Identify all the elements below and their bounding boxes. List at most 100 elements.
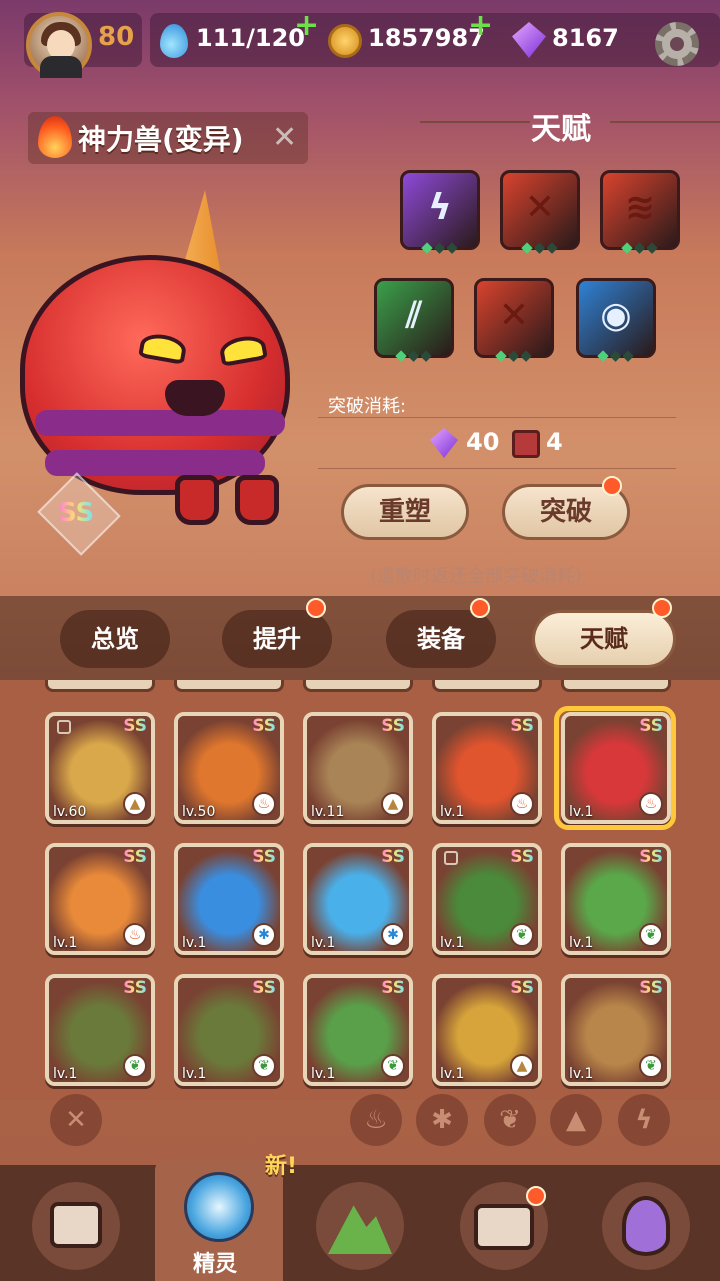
pet-level: lv.1 xyxy=(182,935,207,951)
monster-leg xyxy=(235,475,279,525)
lightning-filter-icon[interactable]: ϟ xyxy=(618,1094,670,1146)
pet-level: lv.60 xyxy=(53,804,87,820)
add-stamina-button[interactable]: + xyxy=(294,8,319,43)
talent-level-pips: ◆◆◆ xyxy=(597,346,635,364)
mountain-element-icon: ▲ xyxy=(381,792,405,816)
rarity-label: SS xyxy=(123,716,147,736)
lightning-icon: ϟ xyxy=(428,187,452,228)
partial-card xyxy=(432,680,542,692)
stamina-value: 111/120 xyxy=(196,24,305,52)
pet-card[interactable]: SS lv.1 ✱ xyxy=(174,843,284,955)
pet-card[interactable]: SS lv.1 ✱ xyxy=(303,843,413,955)
pet-card[interactable]: SS lv.1 ❦ xyxy=(303,974,413,1086)
monster-stripe xyxy=(35,410,285,436)
talent-level-pips: ◆◆◆ xyxy=(521,238,559,256)
rarity-label: SS xyxy=(639,978,663,998)
console-icon xyxy=(50,1202,102,1248)
pet-card[interactable]: SS lv.1 ♨ xyxy=(45,843,155,955)
pet-card[interactable]: SS lv.50 ♨ xyxy=(174,712,284,824)
pet-card[interactable]: SS lv.1 ❦ xyxy=(432,843,542,955)
close-icon[interactable]: ✕ xyxy=(272,120,297,155)
pet-portrait xyxy=(0,185,320,545)
gem-value: 8167 xyxy=(552,24,619,52)
pet-card[interactable]: SS lv.1 ♨ xyxy=(432,712,542,824)
ice-element-icon: ✱ xyxy=(252,923,276,947)
reshape-button[interactable]: 重塑 xyxy=(341,484,469,540)
coin-icon xyxy=(328,24,362,58)
notification-dot xyxy=(526,1186,546,1206)
pet-level: lv.1 xyxy=(53,1066,78,1082)
rarity-label: SS xyxy=(381,847,405,867)
pet-card[interactable]: SS lv.1 ❦ xyxy=(174,974,284,1086)
leaf-element-icon: ❦ xyxy=(639,1054,663,1078)
pet-card[interactable]: SS lv.1 ▲ xyxy=(432,974,542,1086)
gear-icon[interactable] xyxy=(655,22,699,66)
leaf-element-icon: ❦ xyxy=(123,1054,147,1078)
monster-body xyxy=(20,255,290,495)
lock-icon xyxy=(444,851,458,865)
leaf-element-icon: ❦ xyxy=(639,923,663,947)
leaf-filter-icon[interactable]: ❦ xyxy=(484,1094,536,1146)
title-ornament-right xyxy=(610,121,720,123)
tab-equipment[interactable]: 装备 xyxy=(386,610,496,668)
pet-card[interactable]: SS lv.1 ❦ xyxy=(561,843,671,955)
spirit-icon[interactable] xyxy=(184,1172,254,1242)
partial-card xyxy=(561,680,671,692)
mountain-element-icon: ▲ xyxy=(123,792,147,816)
notification-dot xyxy=(652,598,672,618)
leaf-element-icon: ❦ xyxy=(381,1054,405,1078)
mountain-filter-icon[interactable]: ▲ xyxy=(550,1094,602,1146)
fire-filter-icon[interactable]: ♨ xyxy=(350,1094,402,1146)
pet-card[interactable]: SS lv.1 ❦ xyxy=(561,974,671,1086)
monster-stripe xyxy=(45,450,265,476)
cost-gems-value: 40 xyxy=(466,428,500,456)
player-avatar[interactable] xyxy=(26,12,92,78)
mountain-element-icon: ▲ xyxy=(510,1054,534,1078)
monster-mouth xyxy=(165,380,225,416)
selected-card-frame xyxy=(554,706,676,830)
rarity-label: SS xyxy=(58,498,95,528)
divider xyxy=(318,468,676,469)
leaf-slash-icon: ⫽ xyxy=(405,295,423,336)
nav-backpack-icon[interactable] xyxy=(32,1182,120,1270)
eye-icon: ◉ xyxy=(600,295,632,336)
cross-claw-icon: ✕ xyxy=(498,295,530,336)
partial-card xyxy=(303,680,413,692)
notification-dot xyxy=(602,476,622,496)
talent-level-pips: ◆◆◆ xyxy=(421,238,459,256)
nav-map-icon[interactable] xyxy=(316,1182,404,1270)
pet-level: lv.1 xyxy=(53,935,78,951)
monster-leg xyxy=(175,475,219,525)
rarity-label: SS xyxy=(639,847,663,867)
rarity-label: SS xyxy=(123,978,147,998)
nav-location-icon[interactable] xyxy=(602,1182,690,1270)
tab-overview[interactable]: 总览 xyxy=(60,610,170,668)
pet-card[interactable]: SS lv.1 ❦ xyxy=(45,974,155,1086)
fire-element-icon: ♨ xyxy=(123,923,147,947)
dismiss-refund-note: (遣散时返还全部突破消耗) xyxy=(370,566,583,587)
ice-filter-icon[interactable]: ✱ xyxy=(416,1094,468,1146)
title-ornament-left xyxy=(420,121,530,123)
notification-dot xyxy=(470,598,490,618)
close-filter-icon[interactable]: ✕ xyxy=(50,1094,102,1146)
tab-upgrade[interactable]: 提升 xyxy=(222,610,332,668)
top-hud: 80 111/120 + 1857987 + 8167 xyxy=(0,0,720,80)
notification-dot xyxy=(306,598,326,618)
tab-talent[interactable]: 天赋 xyxy=(532,610,676,668)
rarity-label: SS xyxy=(252,716,276,736)
rarity-label: SS xyxy=(381,716,405,736)
location-pin-icon xyxy=(622,1196,670,1256)
skill-book-icon xyxy=(512,430,540,458)
fire-element-icon: ♨ xyxy=(252,792,276,816)
pet-level: lv.1 xyxy=(182,1066,207,1082)
add-gold-button[interactable]: + xyxy=(468,8,493,43)
triple-slash-icon: ≋ xyxy=(624,187,656,228)
pet-level: lv.1 xyxy=(440,1066,465,1082)
water-drop-icon xyxy=(160,24,188,58)
pet-level: lv.11 xyxy=(311,804,345,820)
pet-card[interactable]: SS lv.11 ▲ xyxy=(303,712,413,824)
chest-icon xyxy=(474,1204,534,1250)
talent-level-pips: ◆◆◆ xyxy=(621,238,659,256)
rarity-label: SS xyxy=(510,716,534,736)
pet-card[interactable]: SS lv.60 ▲ xyxy=(45,712,155,824)
